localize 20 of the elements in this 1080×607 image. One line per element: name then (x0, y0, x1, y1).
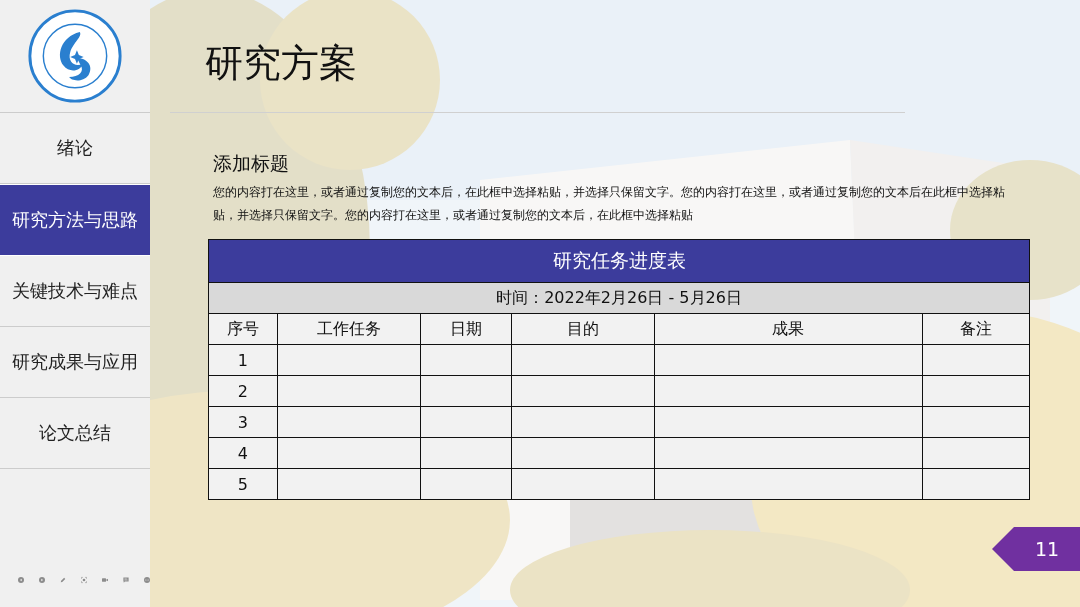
nav-item[interactable]: 论文总结 (0, 398, 150, 469)
column-header: 成果 (654, 313, 923, 345)
column-header: 日期 (420, 313, 512, 345)
table-cell: 5 (208, 468, 278, 500)
table-cell: 1 (208, 344, 278, 376)
column-header: 工作任务 (277, 313, 420, 345)
slide-title: 研究方案 (205, 39, 357, 87)
table-title: 研究任务进度表 (208, 239, 1030, 283)
table-period: 时间：2022年2月26日 - 5月26日 (208, 282, 1030, 314)
column-header: 目的 (511, 313, 655, 345)
nav-item[interactable]: 关键技术与难点 (0, 256, 150, 327)
nav-item[interactable]: 研究方法与思路 (0, 184, 150, 256)
table-cell: 4 (208, 437, 278, 469)
nav-item[interactable]: 研究成果与应用 (0, 327, 150, 398)
column-header: 备注 (922, 313, 1030, 345)
section-heading: 添加标题 (213, 151, 290, 176)
table-cell: 2 (208, 375, 278, 407)
column-header: 序号 (208, 313, 278, 345)
table-cell: 3 (208, 406, 278, 438)
body-text: 您的内容打在这里，或者通过复制您的文本后，在此框中选择粘贴，并选择只保留文字。您的内容打在这里，或者通过复制您的文本后在此框中选择粘贴，并选择只保留文字。您的内容打在这里，或者通过复制您的文本后，在此框中选择粘贴 (213, 183, 1006, 224)
